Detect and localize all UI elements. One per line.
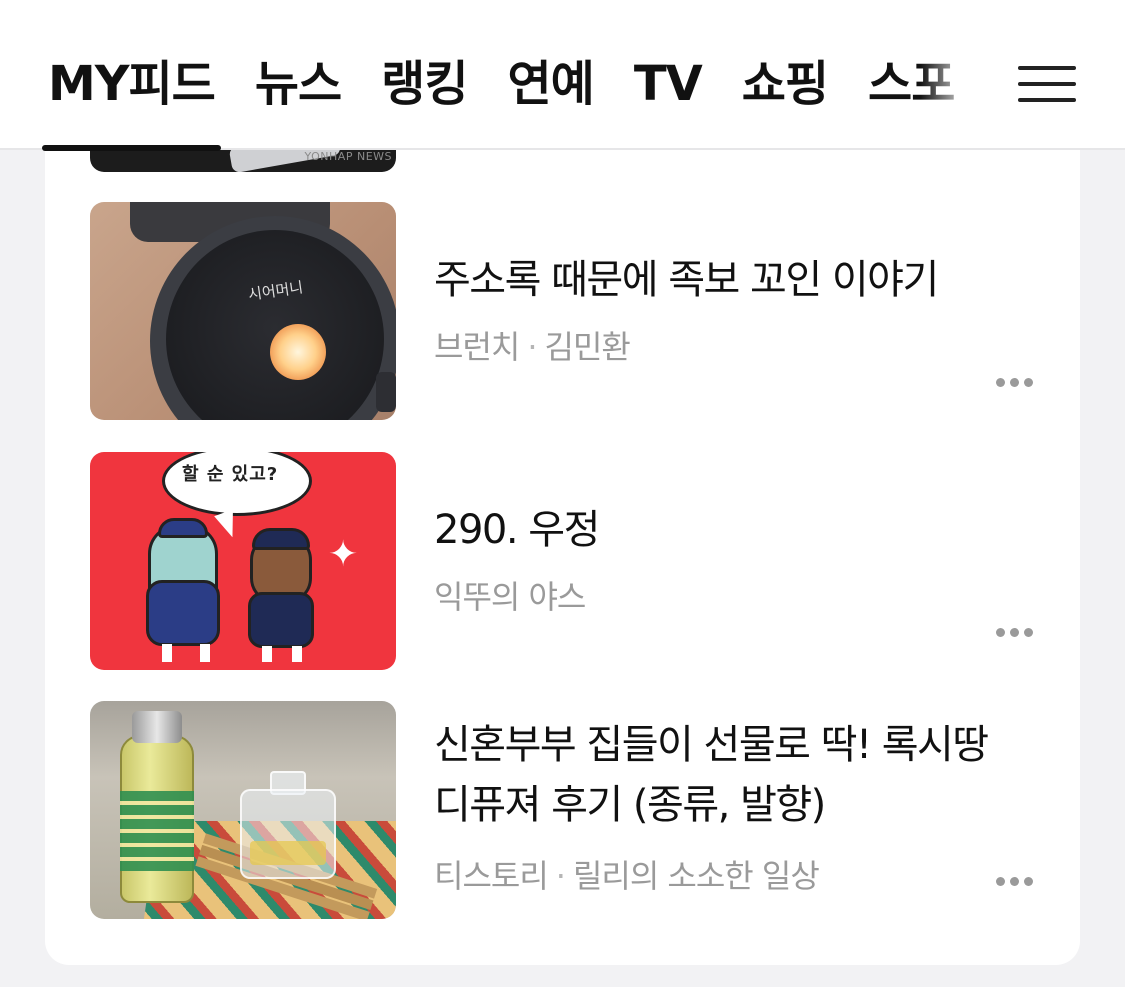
item-source: 브런치 bbox=[434, 328, 520, 366]
tab-ranking[interactable]: 랭킹 bbox=[381, 54, 468, 114]
tabs-fade-overlay bbox=[920, 40, 990, 140]
item-title[interactable]: 주소록 때문에 족보 꼬인 이야기 bbox=[434, 250, 1034, 310]
item-title[interactable]: 290. 우정 bbox=[434, 500, 1034, 560]
item-thumbnail[interactable] bbox=[90, 701, 396, 919]
tab-entertainment[interactable]: 연예 bbox=[508, 54, 595, 114]
hamburger-menu-icon[interactable] bbox=[1010, 60, 1082, 108]
list-item[interactable]: 할 순 있고? ✦ 290. 우정 익뚜의 야스 bbox=[90, 452, 1050, 670]
active-tab-indicator bbox=[42, 145, 221, 151]
item-meta: 익뚜의 야스 bbox=[434, 572, 586, 618]
list-item[interactable]: 시어머니 주소록 때문에 족보 꼬인 이야기 브런치 · 김민환 bbox=[90, 202, 1050, 420]
thumbnail-watermark: YONHAP NEWS bbox=[304, 150, 392, 163]
item-source: 티스토리 bbox=[434, 857, 549, 895]
item-thumbnail[interactable]: 시어머니 bbox=[90, 202, 396, 420]
item-thumbnail[interactable]: 할 순 있고? ✦ bbox=[90, 452, 396, 670]
item-meta: 브런치 · 김민환 bbox=[434, 328, 631, 366]
item-meta: 티스토리 · 릴리의 소소한 일상 bbox=[434, 857, 820, 895]
tab-tv[interactable]: TV bbox=[634, 54, 703, 114]
tab-news[interactable]: 뉴스 bbox=[255, 54, 342, 114]
item-source: 익뚜의 야스 bbox=[434, 578, 586, 616]
more-dots-icon[interactable] bbox=[992, 625, 1038, 639]
item-author: 릴리의 소소한 일상 bbox=[572, 857, 820, 895]
category-tabs: MY피드 뉴스 랭킹 연예 TV 쇼핑 스포 bbox=[48, 54, 978, 124]
tab-shopping[interactable]: 쇼핑 bbox=[742, 54, 829, 114]
thumbnail-caption: 할 순 있고? bbox=[182, 464, 279, 485]
item-author: 김민환 bbox=[544, 328, 631, 366]
top-navigation-bar: MY피드 뉴스 랭킹 연예 TV 쇼핑 스포 bbox=[0, 0, 1125, 151]
more-dots-icon[interactable] bbox=[992, 874, 1038, 888]
tab-my-feed[interactable]: MY피드 bbox=[48, 54, 216, 114]
list-item[interactable]: 신혼부부 집들이 선물로 딱! 록시땅 디퓨져 후기 (종류, 발향) 티스토리… bbox=[90, 701, 1050, 919]
item-title[interactable]: 신혼부부 집들이 선물로 딱! 록시땅 디퓨져 후기 (종류, 발향) bbox=[434, 715, 1034, 835]
more-dots-icon[interactable] bbox=[992, 375, 1038, 389]
